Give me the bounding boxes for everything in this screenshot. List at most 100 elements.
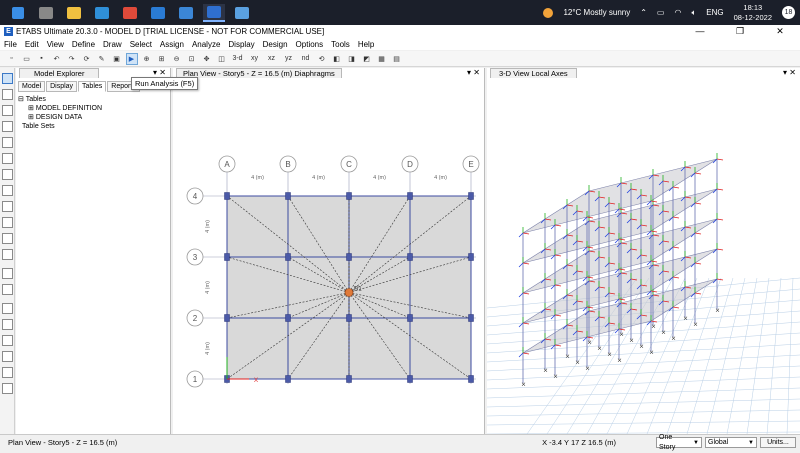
zoom-previous-icon[interactable]: ◫ [216, 53, 228, 65]
menu-help[interactable]: Help [354, 40, 378, 49]
element-shrink-icon[interactable]: ◨ [346, 53, 358, 65]
grid-icon[interactable]: ▦ [376, 53, 388, 65]
tab-model[interactable]: Model [18, 81, 46, 92]
start-icon[interactable] [7, 4, 29, 22]
draw-beam-icon[interactable] [2, 169, 13, 180]
tree-item-design-data[interactable]: ⊞ DESIGN DATA [18, 113, 168, 122]
column-node[interactable] [285, 253, 291, 261]
set-display-icon[interactable]: ◧ [331, 53, 343, 65]
undo-icon[interactable]: ↶ [51, 53, 63, 65]
menu-select[interactable]: Select [126, 40, 156, 49]
zoom-out-icon[interactable]: ⊖ [171, 53, 183, 65]
edge-icon[interactable] [91, 4, 113, 22]
3d-view-canvas[interactable]: ⨯ ⨯ ⨯ ⨯ ⨯ ⨯ ⨯ ⨯ ⨯ ⨯ ⨯ ⨯ ⨯ ⨯ ⨯ ⨯ ⨯ ⨯ ⨯ ⨯ [486, 78, 800, 444]
close-icon[interactable]: ▾ ✕ [467, 68, 480, 77]
chrome-icon[interactable] [119, 4, 141, 22]
tree-item-table-sets[interactable]: Table Sets [18, 122, 168, 131]
column-node[interactable] [346, 375, 352, 383]
new-model-icon[interactable]: ▫ [6, 53, 18, 65]
draw-brace-icon[interactable] [2, 137, 13, 148]
view-yz[interactable]: yz [282, 53, 296, 65]
column-node[interactable] [468, 314, 474, 322]
tree-item-tables[interactable]: ⊟ Tables [18, 95, 168, 104]
draw-link-icon[interactable] [2, 303, 13, 314]
weather-text[interactable]: 12°C Mostly sunny [563, 8, 630, 17]
lock-icon[interactable]: ▣ [111, 53, 123, 65]
column-node[interactable] [468, 375, 474, 383]
draw-grid-icon[interactable] [2, 351, 13, 362]
menu-draw[interactable]: Draw [99, 40, 126, 49]
column-node[interactable] [224, 253, 230, 261]
diaphragm-center-icon[interactable] [344, 288, 354, 297]
zoom-fit-icon[interactable]: ⊡ [186, 53, 198, 65]
menu-view[interactable]: View [43, 40, 68, 49]
column-node[interactable] [407, 192, 413, 200]
draw-point-icon[interactable] [2, 268, 13, 279]
draw-stair-icon[interactable] [2, 367, 13, 378]
view-xy[interactable]: xy [248, 53, 262, 65]
weather-icon[interactable] [543, 7, 554, 18]
file-explorer-icon[interactable] [63, 4, 85, 22]
menu-assign[interactable]: Assign [156, 40, 188, 49]
column-node[interactable] [285, 375, 291, 383]
battery-icon[interactable]: ▭ [657, 8, 665, 17]
chevron-up-icon[interactable]: ⌃ [640, 8, 647, 17]
tab-tables[interactable]: Tables [78, 81, 107, 92]
draw-section-icon[interactable] [2, 335, 13, 346]
draw-tendon-icon[interactable] [2, 383, 13, 394]
run-analysis-icon[interactable]: ▶ [125, 52, 138, 65]
refresh-icon[interactable]: ⟳ [81, 53, 93, 65]
zoom-in-icon[interactable]: ⊕ [141, 53, 153, 65]
menu-tools[interactable]: Tools [327, 40, 354, 49]
reshape-icon[interactable] [2, 89, 13, 100]
column-node[interactable] [407, 314, 413, 322]
column-node[interactable] [285, 314, 291, 322]
menu-analyze[interactable]: Analyze [188, 40, 224, 49]
close-icon[interactable]: ▾ ✕ [153, 68, 166, 77]
column-node[interactable] [224, 192, 230, 200]
perspective-icon[interactable]: ◩ [361, 53, 373, 65]
column-node[interactable] [468, 192, 474, 200]
column-node[interactable] [407, 253, 413, 261]
close-icon[interactable]: ▾ ✕ [783, 68, 796, 77]
draw-area-icon[interactable] [2, 249, 13, 260]
coord-system-select[interactable]: Global ▼ [705, 437, 757, 448]
view-nd[interactable]: nd [299, 53, 313, 65]
wifi-icon[interactable]: ◠ [674, 8, 681, 17]
draw-cross-icon[interactable] [2, 185, 13, 196]
draw-line-icon[interactable] [2, 105, 13, 116]
draw-dimension-icon[interactable] [2, 319, 13, 330]
rotate-icon[interactable]: ⟲ [316, 53, 328, 65]
pencil-icon[interactable]: ✎ [96, 53, 108, 65]
menu-display[interactable]: Display [224, 40, 258, 49]
select-pointer-icon[interactable] [2, 73, 13, 84]
photos-icon[interactable] [231, 4, 253, 22]
column-node[interactable] [346, 314, 352, 322]
etabs-icon[interactable] [203, 3, 225, 22]
volume-icon[interactable]: 🔈︎ [691, 8, 696, 18]
minimize-button[interactable]: — [680, 25, 720, 38]
column-node[interactable] [346, 253, 352, 261]
column-node[interactable] [407, 375, 413, 383]
menu-define[interactable]: Define [68, 40, 99, 49]
notification-badge[interactable]: 18 [782, 6, 795, 19]
snap-icon[interactable]: ▤ [391, 53, 403, 65]
draw-column-icon[interactable] [2, 153, 13, 164]
view-xz[interactable]: xz [265, 53, 279, 65]
view-3d[interactable]: 3-d [231, 53, 245, 65]
tab-display[interactable]: Display [46, 81, 78, 92]
tree-item-model-definition[interactable]: ⊞ MODEL DEFINITION [18, 104, 168, 113]
clock[interactable]: 18:13 08-12-2022 [734, 3, 772, 23]
draw-wall-icon[interactable] [2, 201, 13, 212]
column-node[interactable] [346, 192, 352, 200]
draw-spring-icon[interactable] [2, 284, 13, 295]
close-button[interactable]: ✕ [760, 25, 800, 38]
language-indicator[interactable]: ENG [706, 8, 723, 17]
story-select[interactable]: One Story ▼ [656, 434, 702, 451]
column-node[interactable] [468, 253, 474, 261]
search-icon[interactable] [35, 4, 57, 22]
draw-frame-icon[interactable] [2, 121, 13, 132]
menu-edit[interactable]: Edit [21, 40, 43, 49]
save-icon[interactable]: ▪ [36, 53, 48, 65]
draw-opening-icon[interactable] [2, 233, 13, 244]
